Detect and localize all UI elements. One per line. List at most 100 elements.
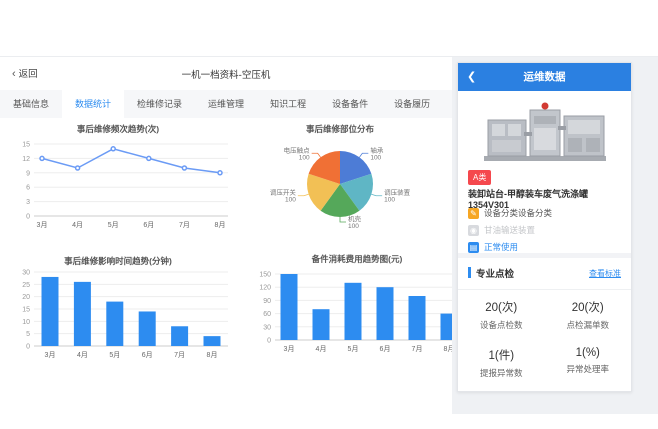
card-header-title: 运维数据 [524,71,566,83]
stat-item: 20(次) 点检漏单数 [545,299,632,331]
svg-text:调压开关: 调压开关 [270,188,297,197]
panel-back-chevron-icon[interactable]: ❮ [467,63,476,91]
svg-text:120: 120 [259,285,271,292]
svg-text:30: 30 [22,270,30,277]
info-row: ✎ 设备分类设备分类 [468,207,624,219]
svg-text:事后维修频次趋势(次): 事后维修频次趋势(次) [77,124,159,134]
tab-4[interactable]: 运维管理 [195,90,257,118]
svg-text:30: 30 [263,324,271,331]
svg-text:100: 100 [299,154,310,161]
tab-bar: 基础信息数据统计检维修记录运维管理知识工程设备备件设备履历 [0,90,452,119]
charts-area: 事后维修频次趋势(次) 0 3 6 9 12 15 3月 4月 5月 6月 7月 8月 事后维修部位分布… [0,118,452,414]
pie-chart-repair-parts: 事后维修部位分布轴承100调压装置100机壳100调压开关100电压触点100 [262,120,442,242]
maintenance-data-card: ❮ 运维数据 A类 装卸站台-甲醇装车废气洗涤罐1354V301 ✎设备分类设备… [457,62,632,392]
bottom-margin [0,414,658,429]
stat-value: 1(%) [545,347,632,359]
section-underline [458,289,631,290]
svg-text:20: 20 [22,294,30,301]
svg-text:4月: 4月 [72,221,83,229]
section-header: 专业点检 查看标准 [468,266,621,280]
svg-text:6: 6 [26,185,30,192]
tab-6[interactable]: 设备备件 [319,90,381,118]
equipment-info-rows: ✎ 设备分类设备分类 ◉ 甘油输送装置 ▤ 正常使用 [468,207,624,258]
svg-text:10: 10 [22,319,30,326]
svg-text:5月: 5月 [108,221,119,229]
svg-text:6月: 6月 [142,351,153,359]
info-row: ◉ 甘油输送装置 [468,224,624,236]
toolbar: ‹返回 一机一档资料-空压机 [0,57,452,90]
svg-text:9: 9 [26,170,30,177]
bar-chart-repair-time: 事后维修影响时间趋势(分钟) 0 5 10 15 20 25 30 3月 4月 5月 6月 7月 8月 [8,250,240,380]
svg-text:60: 60 [263,311,271,318]
svg-text:0: 0 [26,344,30,351]
stat-item: 1(件) 提报异常数 [458,347,545,379]
svg-text:事后维修部位分布: 事后维修部位分布 [306,124,375,134]
tab-3[interactable]: 检维修记录 [124,90,195,118]
svg-text:5月: 5月 [109,351,120,359]
info-row-label: 设备分类设备分类 [484,207,552,219]
svg-text:15: 15 [22,307,30,314]
svg-text:0: 0 [26,214,30,221]
stat-value: 1(件) [458,347,545,363]
svg-text:3: 3 [26,199,30,206]
tab-5[interactable]: 知识工程 [257,90,319,118]
svg-text:0: 0 [267,338,271,345]
svg-text:25: 25 [22,282,30,289]
section-divider [458,253,631,258]
device-type-icon: ◉ [468,225,479,236]
svg-text:8月: 8月 [207,351,218,359]
line-chart-repair-frequency: 事后维修频次趋势(次) 0 3 6 9 12 15 3月 4月 5月 6月 7月 8月 [8,120,240,242]
svg-text:机壳: 机壳 [348,214,362,223]
stat-label: 异常处理率 [545,363,632,375]
section-accent-bar [468,267,471,278]
svg-text:150: 150 [259,272,271,279]
svg-text:5: 5 [26,331,30,338]
svg-text:6月: 6月 [380,345,391,353]
svg-text:100: 100 [384,197,395,204]
svg-text:100: 100 [348,223,359,230]
svg-text:8月: 8月 [215,221,226,229]
svg-text:轴承: 轴承 [370,145,384,154]
svg-text:100: 100 [285,197,296,204]
svg-text:调压装置: 调压装置 [384,188,411,197]
svg-text:5月: 5月 [348,345,359,353]
tab-1[interactable]: 基础信息 [0,90,62,118]
stat-label: 设备点检数 [458,319,545,331]
app-frame: ‹返回 一机一档资料-空压机 基础信息数据统计检维修记录运维管理知识工程设备备件… [0,0,658,429]
svg-text:3月: 3月 [284,345,295,353]
stat-item: 20(次) 设备点检数 [458,299,545,331]
stats-grid: 20(次)设备点检数20(次)点检漏单数1(件)提报异常数1(%)异常处理率 [458,299,631,379]
view-standard-link[interactable]: 查看标准 [589,268,621,279]
svg-text:事后维修影响时间趋势(分钟): 事后维修影响时间趋势(分钟) [64,256,172,266]
page-title: 一机一档资料-空压机 [0,67,452,81]
stat-label: 提报异常数 [458,367,545,379]
category-tag-icon: ✎ [468,208,479,219]
svg-text:电压触点: 电压触点 [284,145,311,154]
svg-text:4月: 4月 [316,345,327,353]
svg-text:7月: 7月 [179,221,190,229]
svg-text:3月: 3月 [37,221,48,229]
svg-text:90: 90 [263,298,271,305]
stat-label: 点检漏单数 [545,319,632,331]
tab-2[interactable]: 数据统计 [62,90,124,118]
card-header: ❮ 运维数据 [458,63,631,91]
svg-text:3月: 3月 [45,351,56,359]
section-title: 专业点检 [476,266,514,280]
status-doc-icon: ▤ [468,242,479,253]
info-row: ▤ 正常使用 [468,241,624,253]
svg-text:15: 15 [22,142,30,149]
svg-text:备件消耗费用趋势图(元): 备件消耗费用趋势图(元) [311,254,403,264]
svg-text:6月: 6月 [143,221,154,229]
svg-text:12: 12 [22,156,30,163]
info-row-label: 正常使用 [484,241,518,253]
stat-value: 20(次) [458,299,545,315]
tab-7[interactable]: 设备履历 [381,90,443,118]
svg-text:4月: 4月 [77,351,88,359]
bar-chart-spare-cost: 备件消耗费用趋势图(元)03060901201503月4月5月6月7月8月 [245,250,470,375]
info-row-label: 甘油输送装置 [484,224,535,236]
stat-item: 1(%) 异常处理率 [545,347,632,379]
svg-text:7月: 7月 [412,345,423,353]
svg-text:7月: 7月 [174,351,185,359]
stat-value: 20(次) [545,299,632,315]
svg-text:100: 100 [370,154,381,161]
